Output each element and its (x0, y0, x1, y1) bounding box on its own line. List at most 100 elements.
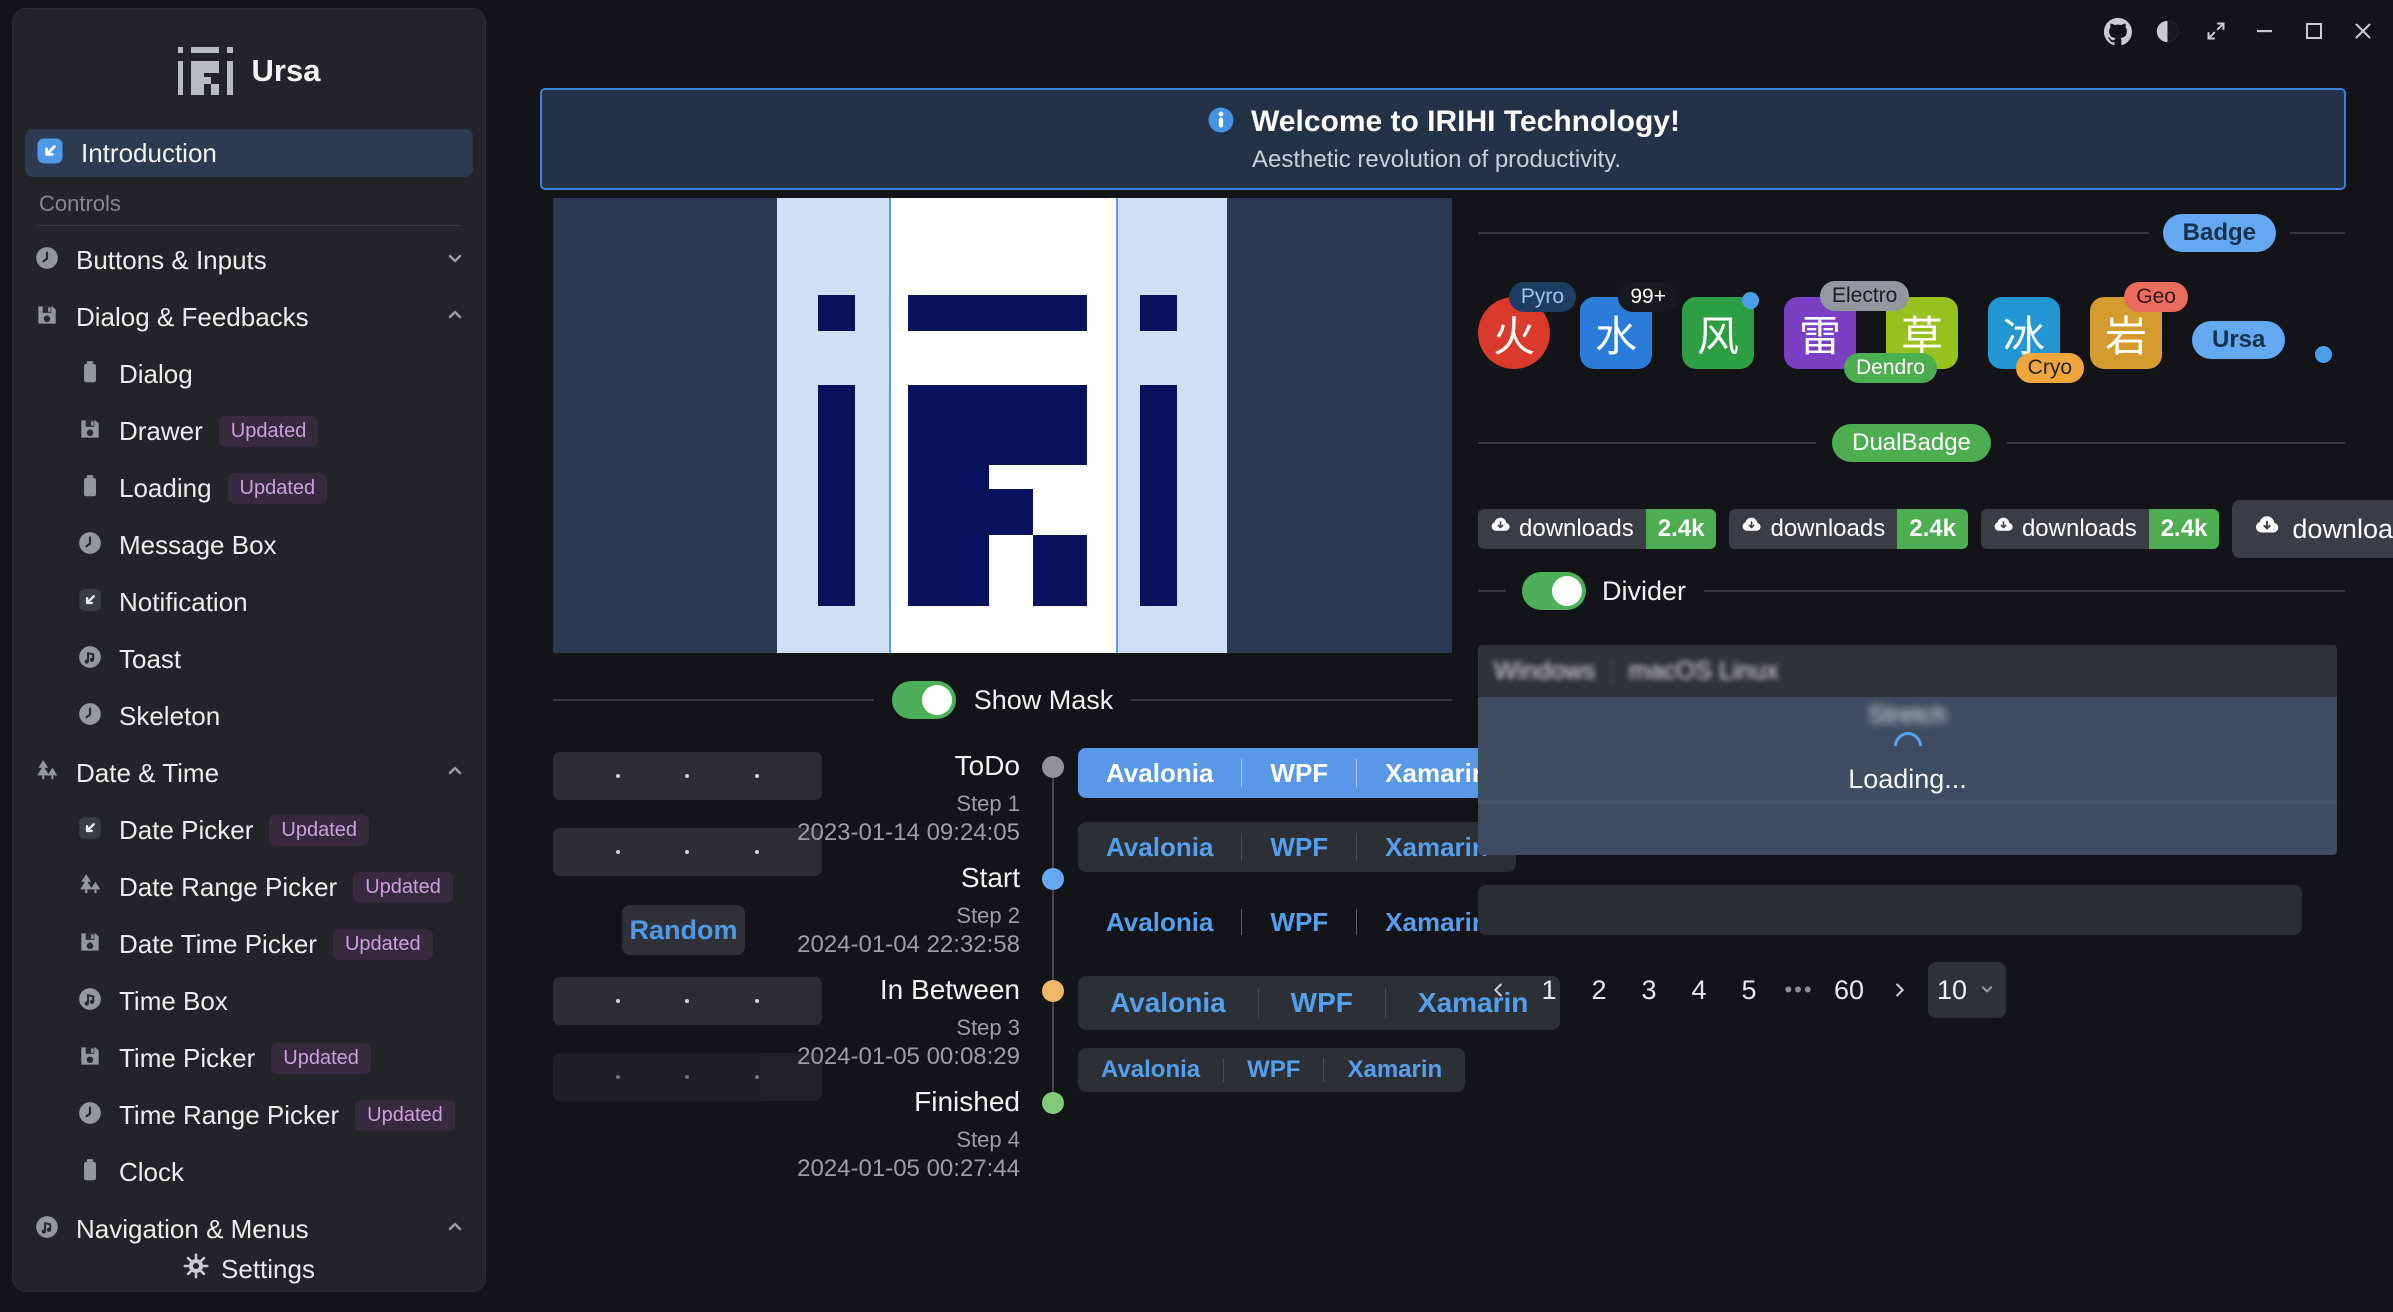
badge-section-divider: Badge (1478, 218, 2345, 248)
button-avalonia[interactable]: Avalonia (1078, 987, 1258, 1019)
page-ellipsis: ••• (1778, 964, 1820, 1016)
page-button-1[interactable]: 1 (1528, 964, 1570, 1016)
page-button-2[interactable]: 2 (1578, 964, 1620, 1016)
timeline-line (1052, 775, 1054, 1105)
sidebar-item-toast[interactable]: Toast (13, 631, 485, 688)
github-button[interactable] (2104, 17, 2132, 45)
divider-toggle-row: Divider (1478, 572, 2345, 610)
trees-icon (77, 872, 103, 903)
irihi-pixel-logo (818, 295, 1177, 606)
timeline-step-date: 2024-01-05 00:08:29 (700, 1043, 1020, 1071)
button-wpf[interactable]: WPF (1259, 987, 1385, 1019)
sidebar-item-label: Time Range Picker (119, 1100, 339, 1131)
cloud-download-icon (2254, 513, 2280, 546)
sidebar-item-date-range-picker[interactable]: Date Range PickerUpdated (13, 859, 485, 916)
button-group-borderless: AvaloniaWPFXamarin (1078, 898, 1516, 946)
sidebar-item-date-time-picker[interactable]: Date Time PickerUpdated (13, 916, 485, 973)
close-button[interactable] (2349, 17, 2377, 45)
page-next-button[interactable] (1878, 964, 1920, 1016)
button-group-dark-small: AvaloniaWPFXamarin (1078, 1048, 1465, 1092)
sidebar-item-dialog-feedbacks[interactable]: Dialog & Feedbacks (13, 289, 485, 346)
sidebar-item-skeleton[interactable]: Skeleton (13, 688, 485, 745)
page-button-4[interactable]: 4 (1678, 964, 1720, 1016)
note-icon (77, 644, 103, 675)
page-button-5[interactable]: 5 (1728, 964, 1770, 1016)
button-wpf[interactable]: WPF (1242, 832, 1356, 863)
dot-badge (2315, 346, 2332, 363)
loading-label: Loading... (1848, 764, 1967, 795)
button-wpf[interactable]: WPF (1242, 758, 1356, 789)
sidebar-item-date-time[interactable]: Date & Time (13, 745, 485, 802)
page-size-dropdown[interactable]: 10 (1928, 962, 2006, 1018)
app-title: Ursa (252, 53, 321, 89)
tab-windows[interactable]: Windows (1494, 657, 1595, 686)
sidebar-item-date-picker[interactable]: Date Picker Updated (13, 802, 485, 859)
floppy-icon (34, 302, 60, 333)
sidebar-item-introduction[interactable]: Introduction (25, 129, 473, 177)
element-badge: 水99+ (1580, 297, 1652, 369)
loading-tabs-header: Windows macOS Linux (1478, 645, 2337, 697)
floppy-icon (77, 929, 103, 960)
cloud-download-icon (1490, 515, 1511, 543)
sidebar-item-buttons-inputs[interactable]: Buttons & Inputs (13, 232, 485, 289)
sidebar-item-dialog[interactable]: Dialog (13, 346, 485, 403)
button-xamarin[interactable]: Xamarin (1324, 1056, 1465, 1084)
timeline-step-label: In Between (700, 974, 1020, 1006)
downloads-badge: downloads2.4k (2232, 500, 2393, 558)
sidebar-item-message-box[interactable]: Message Box (13, 517, 485, 574)
page-button-3[interactable]: 3 (1628, 964, 1670, 1016)
button-group-dark: AvaloniaWPFXamarin (1078, 822, 1516, 872)
show-mask-toggle[interactable] (892, 681, 956, 719)
divider-line (1478, 442, 1816, 444)
sidebar-settings-button[interactable]: Settings (13, 1247, 485, 1291)
sidebar-item-label: Date Picker (119, 815, 253, 846)
sidebar-item-time-box[interactable]: Time Box (13, 973, 485, 1030)
button-avalonia[interactable]: Avalonia (1078, 758, 1241, 789)
welcome-banner: Welcome to IRIHI Technology! Aesthetic r… (540, 88, 2346, 190)
sidebar-item-time-picker[interactable]: Time PickerUpdated (13, 1030, 485, 1087)
downloads-label: downloads (1519, 515, 1634, 543)
badges-row: 火Pyro水99+风雷Electro草Dendro冰Cryo岩GeoUrsa (1478, 297, 2332, 369)
downloads-count: 2.4k (1646, 509, 1717, 549)
badge-divider-label: Badge (2163, 214, 2276, 252)
page-size-value: 10 (1937, 975, 1967, 1006)
chevron-down-icon (443, 246, 467, 275)
divider-toggle[interactable] (1522, 572, 1586, 610)
page-prev-button[interactable] (1478, 964, 1520, 1016)
sidebar-item-label: Drawer (119, 416, 203, 447)
button-avalonia[interactable]: Avalonia (1078, 1056, 1223, 1084)
button-avalonia[interactable]: Avalonia (1078, 832, 1241, 863)
sidebar-item-clock[interactable]: Clock (13, 1144, 485, 1201)
downloads-label: downloads (2292, 514, 2393, 545)
theme-button[interactable] (2153, 17, 2181, 45)
sidebar-item-time-range-picker[interactable]: Time Range PickerUpdated (13, 1087, 485, 1144)
show-mask-label: Show Mask (974, 685, 1114, 716)
sidebar-item-loading[interactable]: LoadingUpdated (13, 460, 485, 517)
button-avalonia[interactable]: Avalonia (1078, 907, 1241, 938)
mini-badge: Dendro (1844, 353, 1937, 383)
timeline-step-sub: Step 4 (700, 1127, 1020, 1153)
loading-demo-panel: WindowsmacOS Linux Stretch Loading... (1478, 645, 2337, 855)
downloads-badge: downloads2.4k (1729, 509, 1967, 549)
page-button-last[interactable]: 60 (1828, 964, 1870, 1016)
battery-icon (77, 1157, 103, 1188)
divider-line (2290, 232, 2345, 234)
updated-badge: Updated (333, 929, 433, 960)
element-badge: 雷Electro (1784, 297, 1856, 369)
floppy-icon (77, 1043, 103, 1074)
downloads-badge: downloads2.4k (1981, 509, 2219, 549)
button-wpf[interactable]: WPF (1242, 907, 1356, 938)
gear-icon (183, 1253, 209, 1286)
window-controls (2104, 12, 2377, 50)
tab-macos-linux[interactable]: macOS Linux (1628, 657, 1778, 686)
sidebar-item-notification[interactable]: Notification (13, 574, 485, 631)
sidebar-item-label: Time Picker (119, 1043, 255, 1074)
updated-badge: Updated (269, 815, 369, 846)
note-icon (77, 986, 103, 1017)
maximize-button[interactable] (2300, 17, 2328, 45)
sidebar-item-drawer[interactable]: DrawerUpdated (13, 403, 485, 460)
expand-button[interactable] (2202, 17, 2230, 45)
chevron-down-icon (1977, 975, 1997, 1006)
minimize-button[interactable] (2251, 17, 2279, 45)
button-wpf[interactable]: WPF (1224, 1056, 1323, 1084)
